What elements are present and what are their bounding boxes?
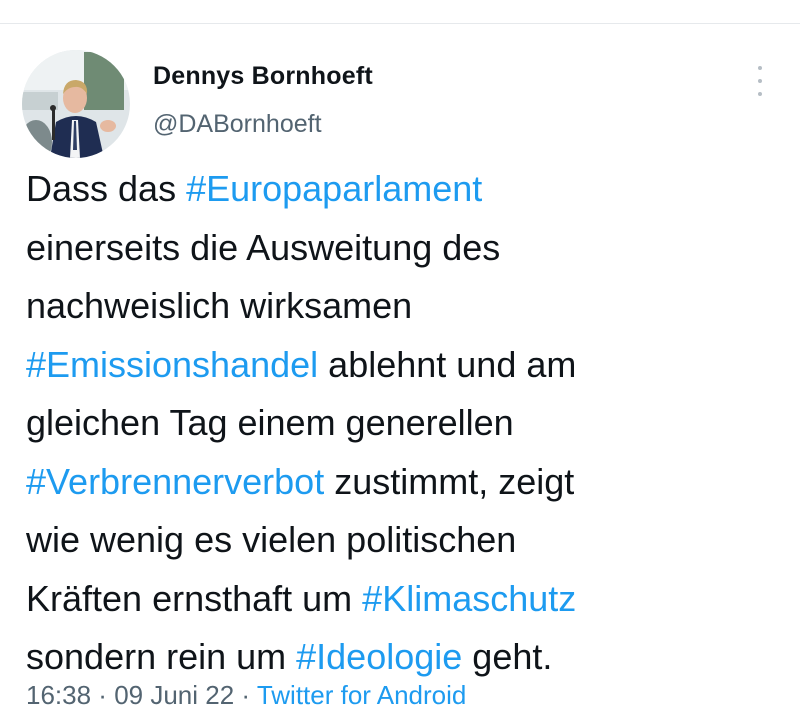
- hashtag-link[interactable]: #Europaparlament: [186, 168, 482, 209]
- tweet-text-segment: sondern rein um: [26, 636, 297, 677]
- tweet-text-line: #Verbrennerverbot zustimmt, zeigt: [26, 453, 786, 512]
- dot: [758, 79, 762, 83]
- hashtag-link[interactable]: #Ideologie: [296, 636, 462, 677]
- tweet-text-line: Kräften ernsthaft um #Klimaschutz: [26, 570, 786, 629]
- tweet-time[interactable]: 16:38: [26, 680, 91, 710]
- tweet-text-segment: gleichen Tag einem generellen: [26, 402, 514, 443]
- tweet-text-line: Dass das #Europaparlament: [26, 160, 786, 219]
- tweet-text-segment: Dass das: [26, 168, 187, 209]
- tweet-text-line: wie wenig es vielen politischen: [26, 511, 786, 570]
- tweet-text: Dass das #Europaparlament einerseits die …: [26, 160, 786, 687]
- avatar-photo: [22, 50, 130, 158]
- tweet-meta: 16:38 · 09 Juni 22 · Twitter for Android: [26, 680, 466, 711]
- author-name[interactable]: Dennys Bornhoeft: [153, 62, 373, 91]
- tweet-text-line: sondern rein um #Ideologie geht.: [26, 628, 786, 687]
- top-divider: [0, 23, 800, 24]
- dot: [758, 92, 762, 96]
- tweet-text-segment: wie wenig es vielen politischen: [26, 519, 517, 560]
- tweet-date[interactable]: 09 Juni 22: [114, 680, 234, 710]
- dot: [758, 66, 762, 70]
- tweet-source-link[interactable]: Twitter for Android: [257, 680, 467, 710]
- tweet-card: Dennys Bornhoeft @DABornhoeft Dass das #…: [0, 0, 800, 727]
- tweet-text-segment: Kräften ernsthaft um: [26, 577, 363, 619]
- hashtag-link[interactable]: #Emissionshandel: [26, 344, 318, 385]
- author-handle[interactable]: @DABornhoeft: [153, 110, 322, 139]
- tweet-text-line: nachweislich wirksamen: [26, 277, 786, 336]
- tweet-text-segment: nachweislich wirksamen: [26, 285, 413, 326]
- tweet-text-segment: einerseits die Ausweitung des: [26, 226, 501, 268]
- tweet-text-segment: ablehnt und am: [318, 343, 577, 385]
- tweet-text-segment: zustimmt, zeigt: [324, 460, 575, 502]
- tweet-text-line: einerseits die Ausweitung des: [26, 219, 786, 278]
- more-vertical-icon[interactable]: [752, 66, 768, 96]
- hashtag-link[interactable]: #Klimaschutz: [362, 578, 576, 619]
- tweet-text-segment: geht.: [462, 636, 553, 677]
- tweet-text-line: gleichen Tag einem generellen: [26, 394, 786, 453]
- meta-separator: ·: [234, 680, 257, 710]
- hashtag-link[interactable]: #Verbrennerverbot: [26, 461, 324, 502]
- tweet-text-line: #Emissionshandel ablehnt und am: [26, 336, 786, 395]
- avatar[interactable]: [22, 50, 130, 158]
- meta-separator: ·: [91, 680, 115, 710]
